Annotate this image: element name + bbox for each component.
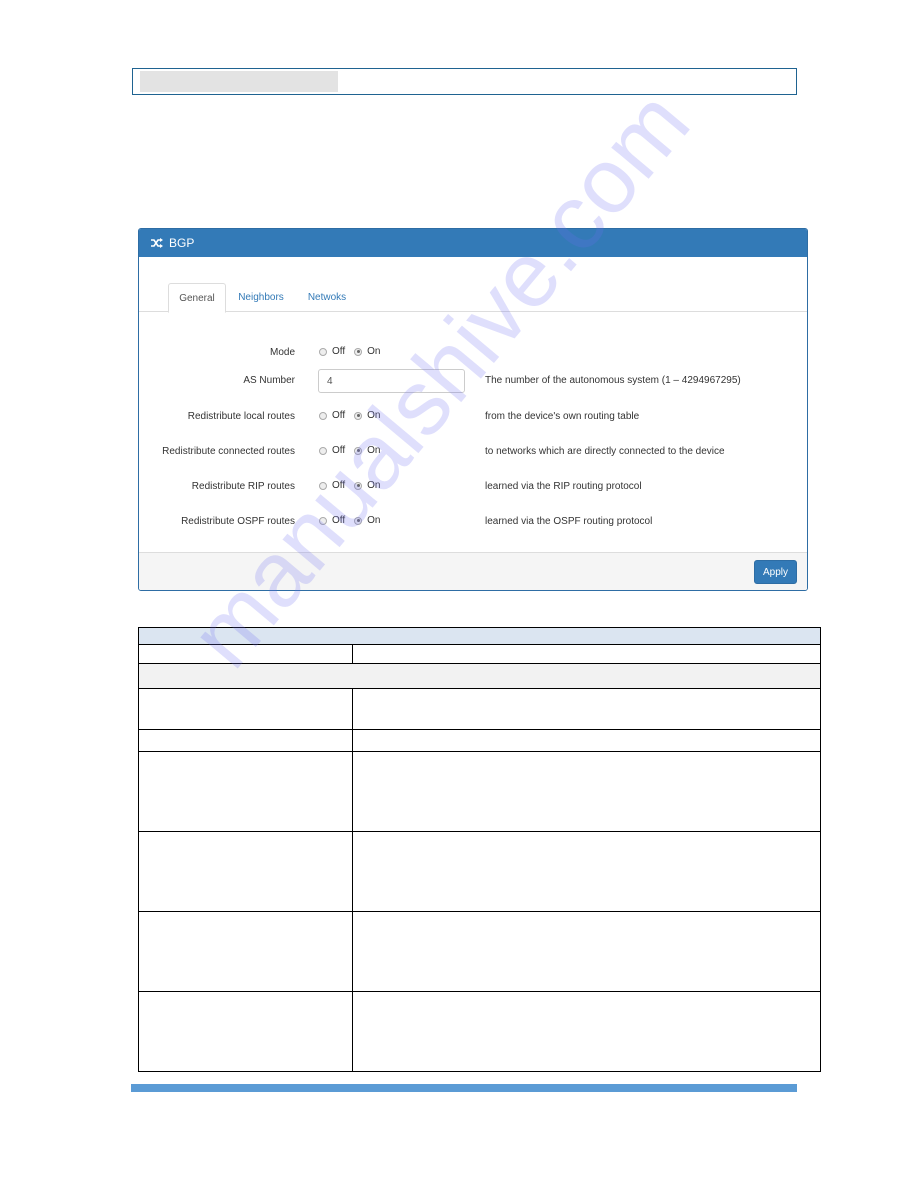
table-header-row bbox=[138, 644, 821, 664]
redistribute-rip-off-radio[interactable]: Off bbox=[319, 480, 345, 491]
table-row bbox=[138, 991, 821, 1072]
table-cell bbox=[352, 831, 821, 912]
redistribute-rip-radio-group: Off On bbox=[319, 480, 390, 491]
table-cell bbox=[352, 751, 821, 832]
mode-radio-group: Off On bbox=[319, 346, 390, 357]
redistribute-connected-help: to networks which are directly connected… bbox=[485, 446, 725, 457]
form-row-redistribute-ospf: Redistribute OSPF routes Off On learned … bbox=[139, 512, 807, 532]
table-cell bbox=[352, 688, 821, 730]
as-number-input[interactable] bbox=[318, 369, 465, 393]
redistribute-ospf-on-radio[interactable]: On bbox=[354, 515, 381, 526]
mode-off-radio[interactable]: Off bbox=[319, 346, 345, 357]
table-row bbox=[138, 831, 821, 912]
panel-title: BGP bbox=[169, 236, 195, 250]
page-header-box bbox=[132, 68, 797, 95]
redistribute-local-help: from the device's own routing table bbox=[485, 411, 640, 422]
table-header-cell bbox=[138, 644, 353, 664]
table-row bbox=[138, 688, 821, 730]
redistribute-connected-label: Redistribute connected routes bbox=[162, 446, 295, 457]
table-section-title bbox=[138, 663, 821, 689]
redistribute-local-radio-group: Off On bbox=[319, 410, 390, 421]
form-row-as-number: AS Number The number of the autonomous s… bbox=[139, 369, 807, 393]
redistribute-rip-help: learned via the RIP routing protocol bbox=[485, 481, 642, 492]
redistribute-ospf-help: learned via the OSPF routing protocol bbox=[485, 516, 653, 527]
tab-general[interactable]: General bbox=[168, 283, 226, 313]
redistribute-ospf-off-radio[interactable]: Off bbox=[319, 515, 345, 526]
table-cell bbox=[352, 991, 821, 1072]
header-grey-cell bbox=[140, 71, 338, 92]
tab-networks[interactable]: Netwoks bbox=[299, 283, 355, 312]
panel-heading: BGP bbox=[139, 229, 807, 257]
form-row-redistribute-connected: Redistribute connected routes Off On to … bbox=[139, 442, 807, 462]
table-title-row bbox=[138, 627, 821, 645]
table-row bbox=[138, 911, 821, 992]
mode-label: Mode bbox=[269, 347, 295, 358]
apply-button[interactable]: Apply bbox=[754, 560, 797, 584]
redistribute-connected-radio-group: Off On bbox=[319, 445, 390, 456]
bgp-panel: BGP General Neighbors Netwoks Mode Off O… bbox=[138, 228, 808, 591]
table-cell bbox=[138, 751, 353, 832]
parameter-table bbox=[138, 627, 821, 1072]
redistribute-ospf-radio-group: Off On bbox=[319, 515, 390, 526]
table-section-row bbox=[138, 663, 821, 689]
table-header-cell bbox=[352, 644, 821, 664]
table-row bbox=[138, 729, 821, 752]
as-number-label: AS Number bbox=[243, 375, 295, 386]
form-row-redistribute-rip: Redistribute RIP routes Off On learned v… bbox=[139, 477, 807, 497]
table-cell bbox=[138, 688, 353, 730]
table-cell bbox=[138, 831, 353, 912]
redistribute-connected-off-radio[interactable]: Off bbox=[319, 445, 345, 456]
table-cell bbox=[352, 729, 821, 752]
table-cell bbox=[138, 729, 353, 752]
table-cell bbox=[352, 911, 821, 992]
redistribute-local-on-radio[interactable]: On bbox=[354, 410, 381, 421]
redistribute-connected-on-radio[interactable]: On bbox=[354, 445, 381, 456]
footer-bar bbox=[131, 1084, 797, 1092]
form-row-mode: Mode Off On bbox=[139, 343, 807, 363]
redistribute-local-off-radio[interactable]: Off bbox=[319, 410, 345, 421]
panel-footer: Apply bbox=[139, 552, 807, 590]
redistribute-rip-on-radio[interactable]: On bbox=[354, 480, 381, 491]
table-title bbox=[138, 627, 821, 645]
redistribute-local-label: Redistribute local routes bbox=[187, 411, 295, 422]
form-row-redistribute-local: Redistribute local routes Off On from th… bbox=[139, 407, 807, 427]
table-row bbox=[138, 751, 821, 832]
table-cell bbox=[138, 911, 353, 992]
table-cell bbox=[138, 991, 353, 1072]
tab-bar: General Neighbors Netwoks bbox=[139, 283, 807, 313]
tab-neighbors[interactable]: Neighbors bbox=[231, 283, 291, 312]
redistribute-ospf-label: Redistribute OSPF routes bbox=[181, 516, 295, 527]
redistribute-rip-label: Redistribute RIP routes bbox=[191, 481, 295, 492]
mode-on-radio[interactable]: On bbox=[354, 346, 381, 357]
as-number-help: The number of the autonomous system (1 –… bbox=[485, 375, 741, 386]
shuffle-icon bbox=[151, 238, 163, 248]
